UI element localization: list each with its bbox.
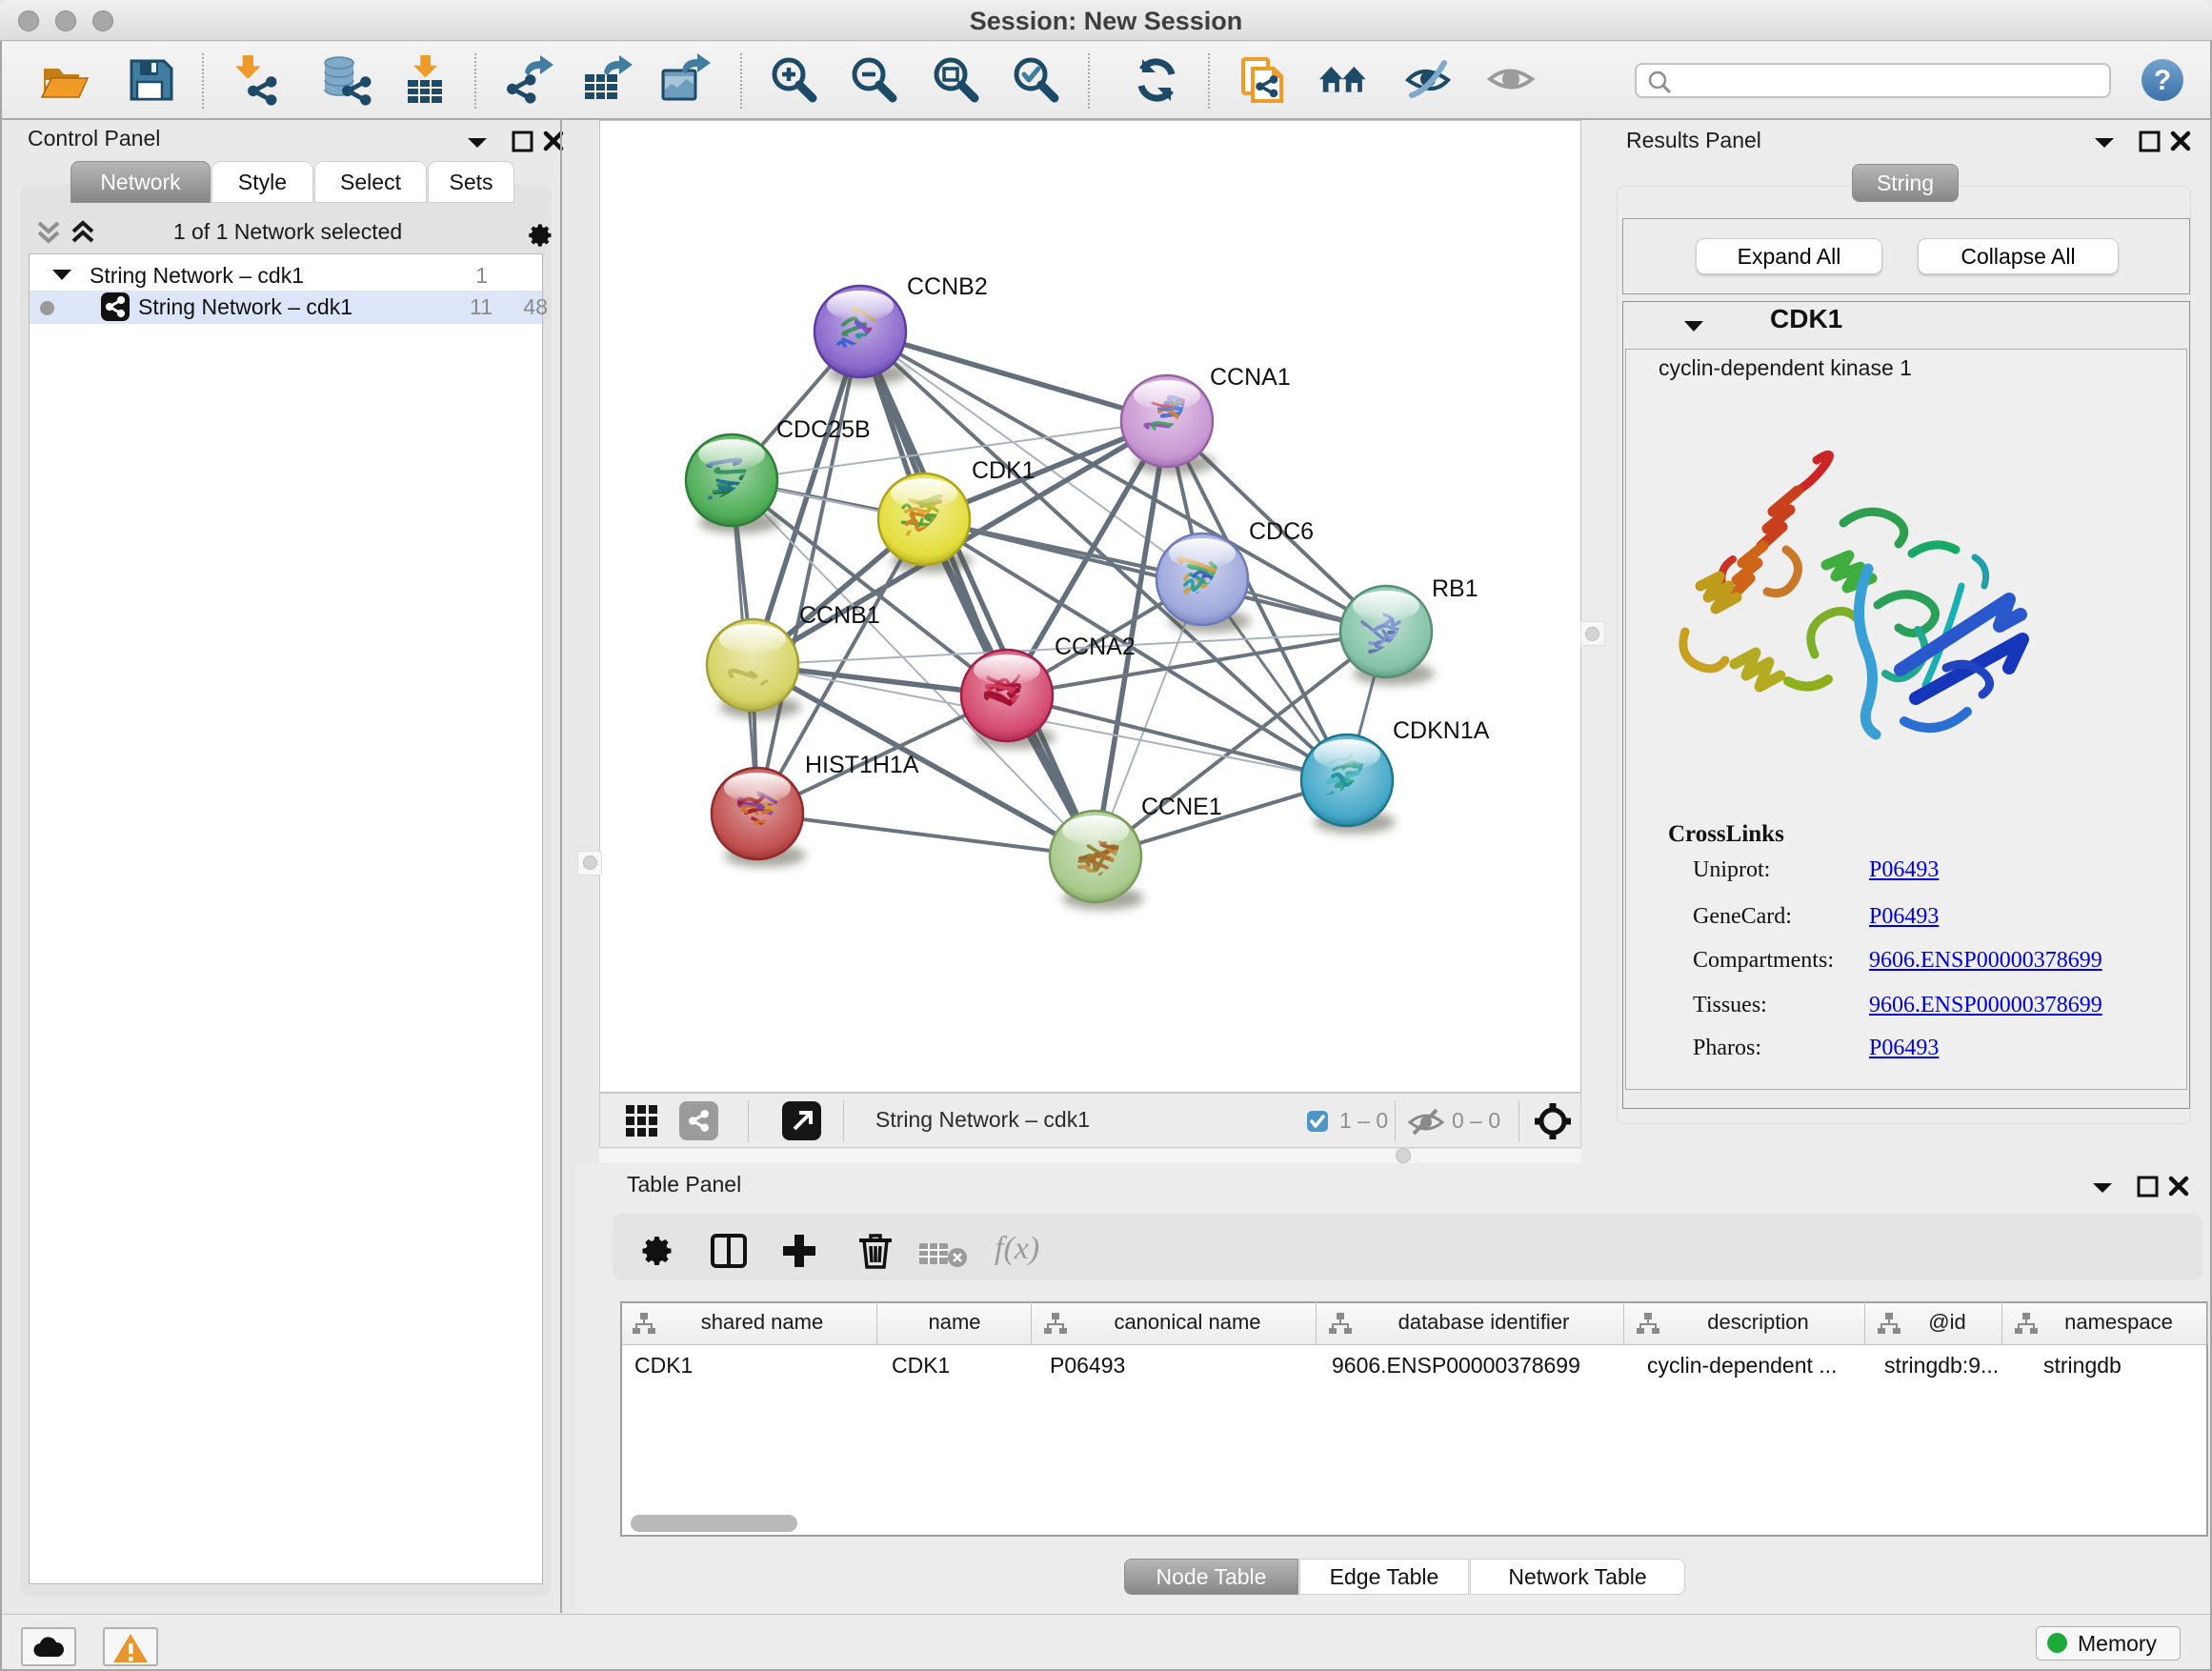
svg-text:CDC6: CDC6 — [1249, 518, 1314, 545]
svg-text:CCNA1: CCNA1 — [1210, 364, 1291, 391]
svg-text:CDC25B: CDC25B — [776, 416, 871, 443]
svg-text:CCNA2: CCNA2 — [1055, 634, 1136, 660]
svg-text:CCNE1: CCNE1 — [1141, 794, 1222, 820]
svg-text:RB1: RB1 — [1432, 575, 1478, 602]
svg-text:HIST1H1A: HIST1H1A — [805, 752, 919, 778]
svg-text:?: ? — [2154, 65, 2171, 96]
svg-text:CCNB2: CCNB2 — [907, 273, 988, 300]
svg-text:CDK1: CDK1 — [972, 457, 1036, 484]
svg-text:CCNB1: CCNB1 — [799, 602, 880, 629]
svg-text:CDKN1A: CDKN1A — [1393, 717, 1490, 744]
